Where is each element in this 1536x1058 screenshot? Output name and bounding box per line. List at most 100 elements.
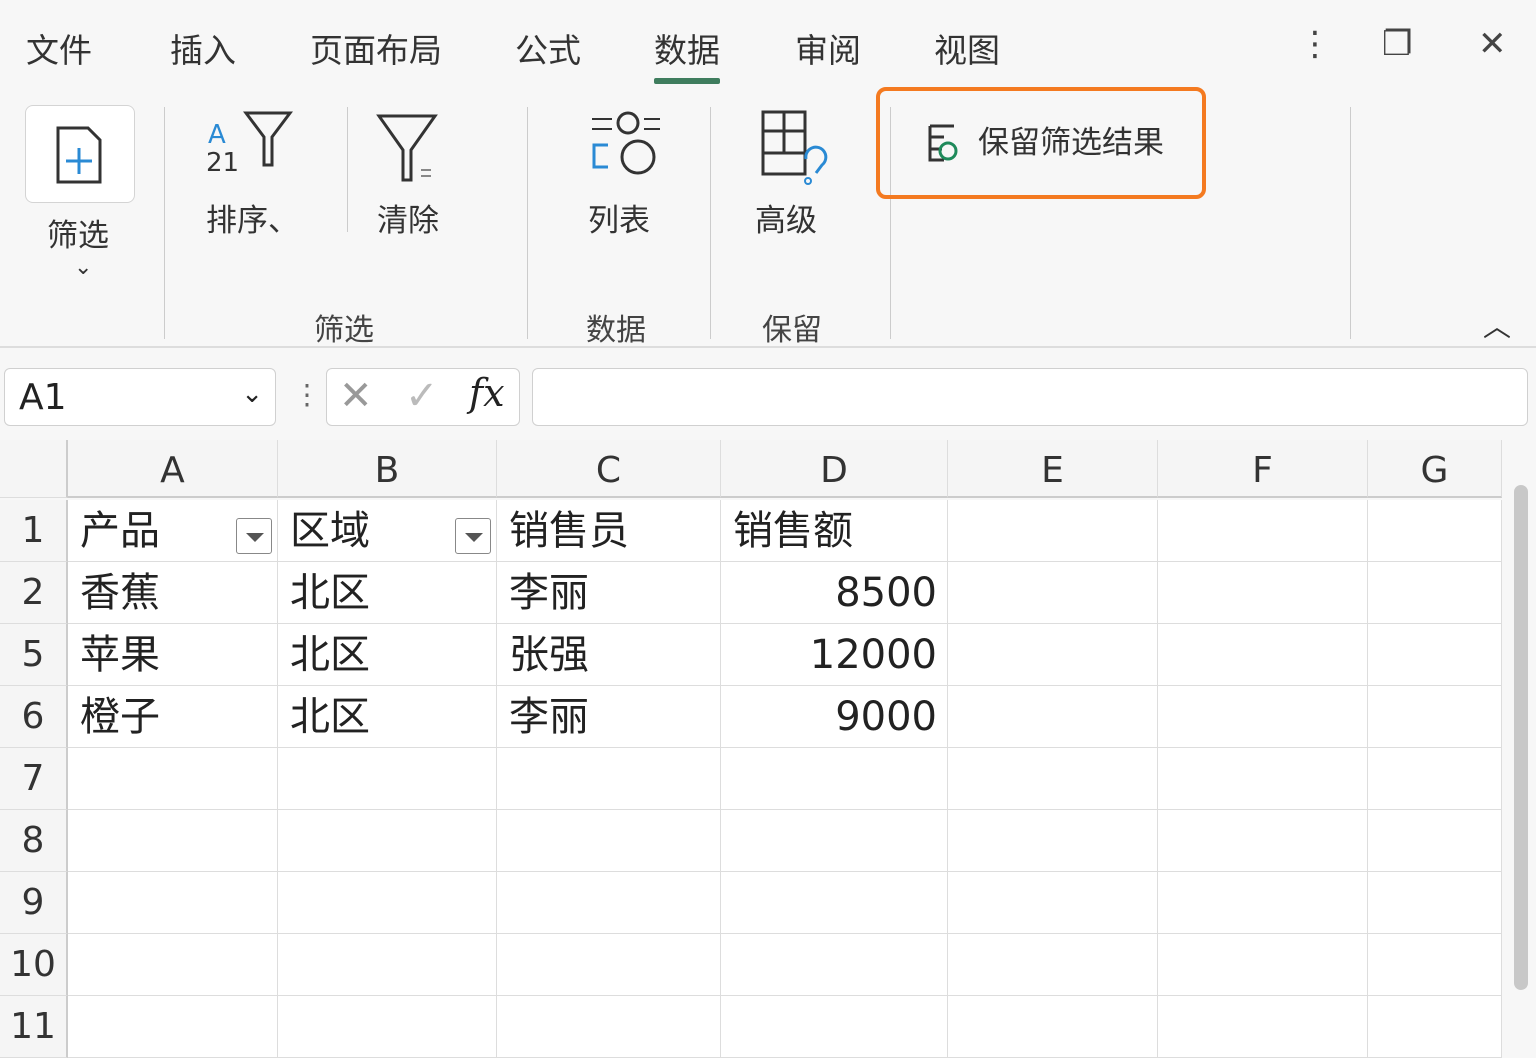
row-header[interactable]: 6 [0, 686, 68, 748]
table-cell[interactable] [1368, 810, 1502, 872]
column-header[interactable]: B [278, 440, 497, 498]
table-cell[interactable]: 销售额 [721, 500, 948, 562]
restore-icon[interactable]: ❐ [1382, 24, 1412, 64]
tab-data[interactable]: 数据 [654, 24, 720, 84]
table-cell[interactable] [497, 872, 721, 934]
table-cell[interactable] [1368, 686, 1502, 748]
table-cell[interactable] [68, 748, 278, 810]
tab-file[interactable]: 文件 [26, 24, 92, 72]
row-header[interactable]: 2 [0, 562, 68, 624]
table-cell[interactable] [948, 624, 1158, 686]
table-cell[interactable] [278, 996, 497, 1058]
column-header[interactable]: A [68, 440, 278, 498]
formula-input[interactable] [532, 368, 1528, 426]
table-cell[interactable] [68, 996, 278, 1058]
table-cell[interactable] [721, 748, 948, 810]
table-cell[interactable]: 北区 [278, 686, 497, 748]
table-cell[interactable] [68, 934, 278, 996]
collapse-ribbon-icon[interactable]: ︿ [1483, 305, 1511, 345]
table-cell[interactable] [1368, 624, 1502, 686]
row-header[interactable]: 10 [0, 934, 68, 996]
row-header[interactable]: 11 [0, 996, 68, 1058]
column-header[interactable]: E [948, 440, 1158, 498]
table-cell[interactable] [278, 872, 497, 934]
close-icon[interactable]: ✕ [1478, 24, 1507, 64]
table-cell[interactable] [721, 872, 948, 934]
column-header[interactable]: C [497, 440, 721, 498]
table-cell[interactable] [1368, 872, 1502, 934]
table-cell[interactable]: 销售员 [497, 500, 721, 562]
table-cell[interactable] [1368, 500, 1502, 562]
tab-view[interactable]: 视图 [934, 24, 1000, 72]
table-cell[interactable] [497, 748, 721, 810]
table-cell[interactable] [948, 934, 1158, 996]
tab-formulas[interactable]: 公式 [515, 24, 581, 72]
table-cell[interactable] [278, 934, 497, 996]
filter-dropdown-button[interactable] [455, 518, 491, 554]
advanced-button[interactable]: 高级 [755, 195, 817, 240]
table-cell[interactable] [948, 500, 1158, 562]
clear-button[interactable]: 清除 [377, 195, 439, 240]
table-cell[interactable] [68, 872, 278, 934]
table-cell[interactable]: 北区 [278, 562, 497, 624]
select-all-corner[interactable] [0, 440, 68, 498]
row-header[interactable]: 8 [0, 810, 68, 872]
table-cell[interactable] [278, 748, 497, 810]
table-cell[interactable] [1368, 934, 1502, 996]
table-cell[interactable] [1368, 748, 1502, 810]
table-cell[interactable] [721, 810, 948, 872]
sort-filter-icon[interactable]: A21 [200, 107, 300, 177]
table-cell[interactable] [278, 810, 497, 872]
tab-insert[interactable]: 插入 [170, 24, 236, 72]
column-header[interactable]: G [1368, 440, 1502, 498]
table-cell[interactable] [1368, 996, 1502, 1058]
table-cell[interactable] [948, 996, 1158, 1058]
table-cell[interactable] [1158, 810, 1368, 872]
table-cell[interactable]: 苹果 [68, 624, 278, 686]
table-cell[interactable] [1158, 934, 1368, 996]
row-header[interactable]: 1 [0, 500, 68, 562]
table-cell[interactable] [1368, 562, 1502, 624]
table-cell[interactable]: 9000 [721, 686, 948, 748]
table-cell[interactable] [1158, 686, 1368, 748]
table-cell[interactable]: 橙子 [68, 686, 278, 748]
sort-button[interactable]: 排序、 [206, 195, 299, 240]
more-icon[interactable]: ⋮ [1298, 24, 1332, 64]
table-cell[interactable] [948, 748, 1158, 810]
table-cell[interactable] [1158, 500, 1368, 562]
row-header[interactable]: 5 [0, 624, 68, 686]
table-cell[interactable]: 李丽 [497, 562, 721, 624]
list-button[interactable]: 列表 [588, 195, 650, 240]
table-cell[interactable] [721, 934, 948, 996]
table-cell[interactable]: 香蕉 [68, 562, 278, 624]
table-cell[interactable] [497, 810, 721, 872]
row-header[interactable]: 7 [0, 748, 68, 810]
table-cell[interactable] [497, 934, 721, 996]
column-header[interactable]: D [721, 440, 948, 498]
table-cell[interactable]: 李丽 [497, 686, 721, 748]
function-icon[interactable]: fx [469, 371, 505, 415]
table-cell[interactable] [497, 996, 721, 1058]
confirm-icon[interactable]: ✓ [405, 373, 439, 419]
table-cell[interactable] [948, 686, 1158, 748]
chevron-down-icon[interactable]: ⌄ [241, 379, 263, 409]
tab-page-layout[interactable]: 页面布局 [310, 24, 442, 72]
table-cell[interactable] [1158, 996, 1368, 1058]
table-cell[interactable] [1158, 562, 1368, 624]
tab-review[interactable]: 审阅 [795, 24, 861, 72]
table-cell[interactable]: 张强 [497, 624, 721, 686]
table-cell[interactable] [1158, 748, 1368, 810]
chevron-down-icon[interactable]: ⌄ [74, 255, 92, 280]
table-cell[interactable]: 8500 [721, 562, 948, 624]
table-cell[interactable] [1158, 624, 1368, 686]
filter-button[interactable] [25, 105, 135, 203]
filter-dropdown-button[interactable] [236, 518, 272, 554]
cancel-icon[interactable]: ✕ [339, 373, 373, 419]
table-cell[interactable] [948, 562, 1158, 624]
column-header[interactable]: F [1158, 440, 1368, 498]
name-box[interactable]: A1 ⌄ [4, 368, 276, 426]
table-cell[interactable] [948, 810, 1158, 872]
vertical-scrollbar[interactable] [1514, 485, 1528, 990]
table-cell[interactable]: 北区 [278, 624, 497, 686]
table-cell[interactable] [948, 872, 1158, 934]
